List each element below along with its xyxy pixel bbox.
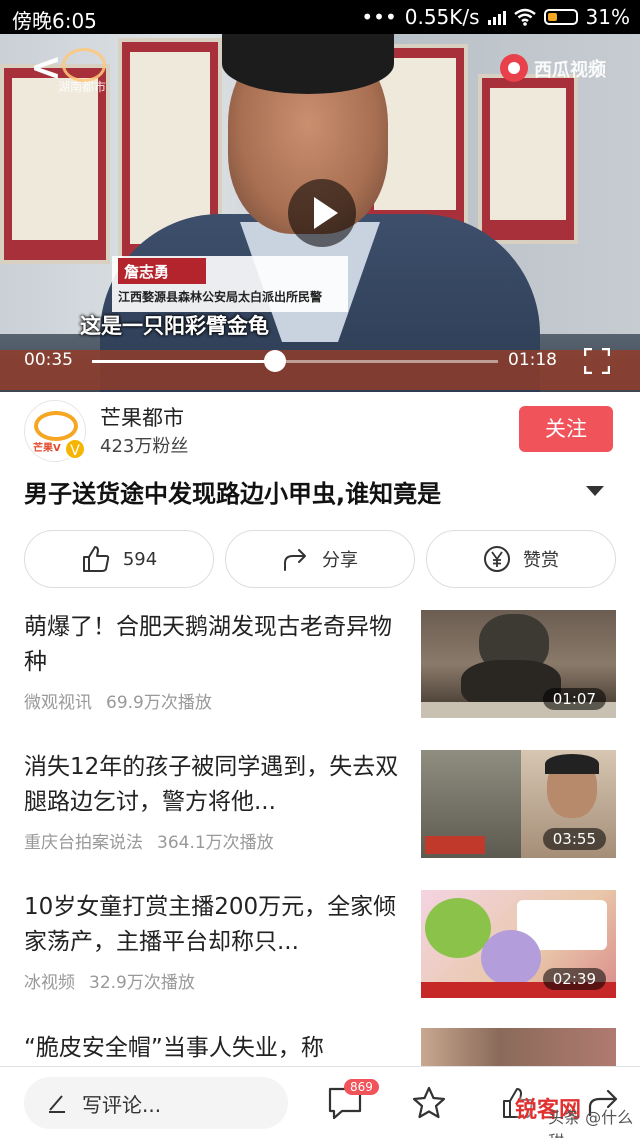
item-duration: 02:39 — [542, 968, 606, 990]
item-thumbnail[interactable]: 01:07 — [421, 610, 616, 718]
share-label: 分享 — [322, 550, 358, 571]
partial-item-title[interactable]: “脆皮安全帽”当事人失业，称 — [24, 1028, 324, 1062]
avatar-text: 芒果V — [33, 443, 61, 454]
item-title: 消失12年的孩子被同学遇到，失去双腿路边乞讨，警方将他... — [24, 754, 399, 815]
item-thumbnail[interactable]: 03:55 — [421, 750, 616, 858]
seek-bar[interactable] — [92, 360, 498, 363]
play-button[interactable] — [288, 179, 356, 247]
author-row: 芒果V V 芒果都市 423万粉丝 关注 — [0, 392, 640, 468]
item-plays: 32.9万次播放 — [89, 973, 195, 993]
item-title: 10岁女童打赏主播200万元，全家倾家荡产，主播平台却称只... — [24, 894, 397, 955]
fullscreen-icon[interactable] — [584, 348, 610, 374]
xigua-logo-icon — [500, 54, 528, 82]
item-thumbnail[interactable]: 02:39 — [421, 890, 616, 998]
station-logo — [62, 48, 106, 82]
share-button[interactable]: 分享 — [225, 530, 415, 588]
item-source: 重庆台拍案说法 — [24, 833, 143, 853]
video-title: 男子送货途中发现路边小甲虫,谁知竟是 — [24, 480, 442, 508]
like-count: 594 — [122, 548, 158, 570]
follow-button[interactable]: 关注 — [519, 406, 613, 452]
battery-level: 31% — [585, 5, 630, 29]
list-item[interactable]: 消失12年的孩子被同学遇到，失去双腿路边乞讨，警方将他... 重庆台拍案说法 36… — [0, 750, 640, 890]
author-name[interactable]: 芒果都市 — [100, 402, 184, 432]
network-speed: 0.55K/s — [404, 5, 480, 29]
comment-placeholder: 写评论... — [82, 1092, 162, 1117]
share-icon — [284, 549, 306, 571]
video-player[interactable]: 詹志勇 江西婺源县森林公安局太白派出所民警 这是一只阳彩臂金龟 < 湖南都市 西… — [0, 34, 640, 392]
item-title: 萌爆了！合肥天鹅湖发现古老奇异物种 — [24, 614, 392, 675]
partial-item-thumbnail[interactable] — [421, 1028, 616, 1068]
item-meta: 重庆台拍案说法 364.1万次播放 — [24, 828, 274, 853]
signal-icon — [487, 9, 506, 25]
more-options-button[interactable]: ⋮ — [586, 56, 609, 81]
officer-hair — [222, 34, 394, 94]
comment-input[interactable]: 写评论... — [24, 1077, 288, 1129]
list-item[interactable]: 10岁女童打赏主播200万元，全家倾家荡产，主播平台却称只... 冰视频 32.9… — [0, 890, 640, 1030]
more-dots-icon: ••• — [361, 5, 397, 29]
author-followers: 423万粉丝 — [100, 436, 189, 457]
item-duration: 01:07 — [542, 688, 606, 710]
status-bar: 傍晚6:05 ••• 0.55K/s 31% — [0, 0, 640, 34]
list-item[interactable]: 萌爆了！合肥天鹅湖发现古老奇异物种 微观视讯 69.9万次播放 01:07 — [0, 610, 640, 750]
caption-title: 江西婺源县森林公安局太白派出所民警 — [118, 290, 323, 304]
wifi-icon — [513, 8, 536, 26]
reward-label: 赞赏 — [523, 550, 559, 571]
wall-board — [478, 74, 578, 244]
like-button[interactable]: 594 — [24, 530, 214, 588]
station-logo-text: 湖南都市 — [58, 80, 107, 94]
duration: 01:18 — [508, 350, 557, 370]
star-icon[interactable] — [410, 1085, 448, 1121]
verified-badge-icon: V — [64, 438, 86, 460]
caption-name: 詹志勇 — [118, 258, 206, 284]
status-time: 傍晚6:05 — [12, 9, 97, 33]
thumbs-up-icon — [82, 546, 110, 572]
item-plays: 364.1万次播放 — [157, 833, 274, 853]
item-meta: 微观视讯 69.9万次播放 — [24, 688, 212, 713]
battery-icon — [543, 9, 578, 25]
pencil-icon — [49, 1095, 65, 1113]
reward-button[interactable]: 赞赏 — [426, 530, 616, 588]
current-time: 00:35 — [24, 350, 73, 370]
expand-chevron-down-icon[interactable] — [586, 486, 604, 496]
comment-count-badge: 869 — [344, 1079, 379, 1095]
yen-coin-icon — [484, 546, 510, 572]
item-plays: 69.9万次播放 — [106, 693, 212, 713]
seek-bar-fill — [92, 360, 275, 363]
video-subtitle: 这是一只阳彩臂金龟 — [80, 314, 269, 338]
item-duration: 03:55 — [542, 828, 606, 850]
item-source: 微观视讯 — [24, 693, 92, 713]
seek-handle[interactable] — [263, 350, 286, 372]
author-watermark: 头条 @什么甜 — [548, 1108, 634, 1138]
item-meta: 冰视频 32.9万次播放 — [24, 968, 195, 993]
item-source: 冰视频 — [24, 973, 75, 993]
